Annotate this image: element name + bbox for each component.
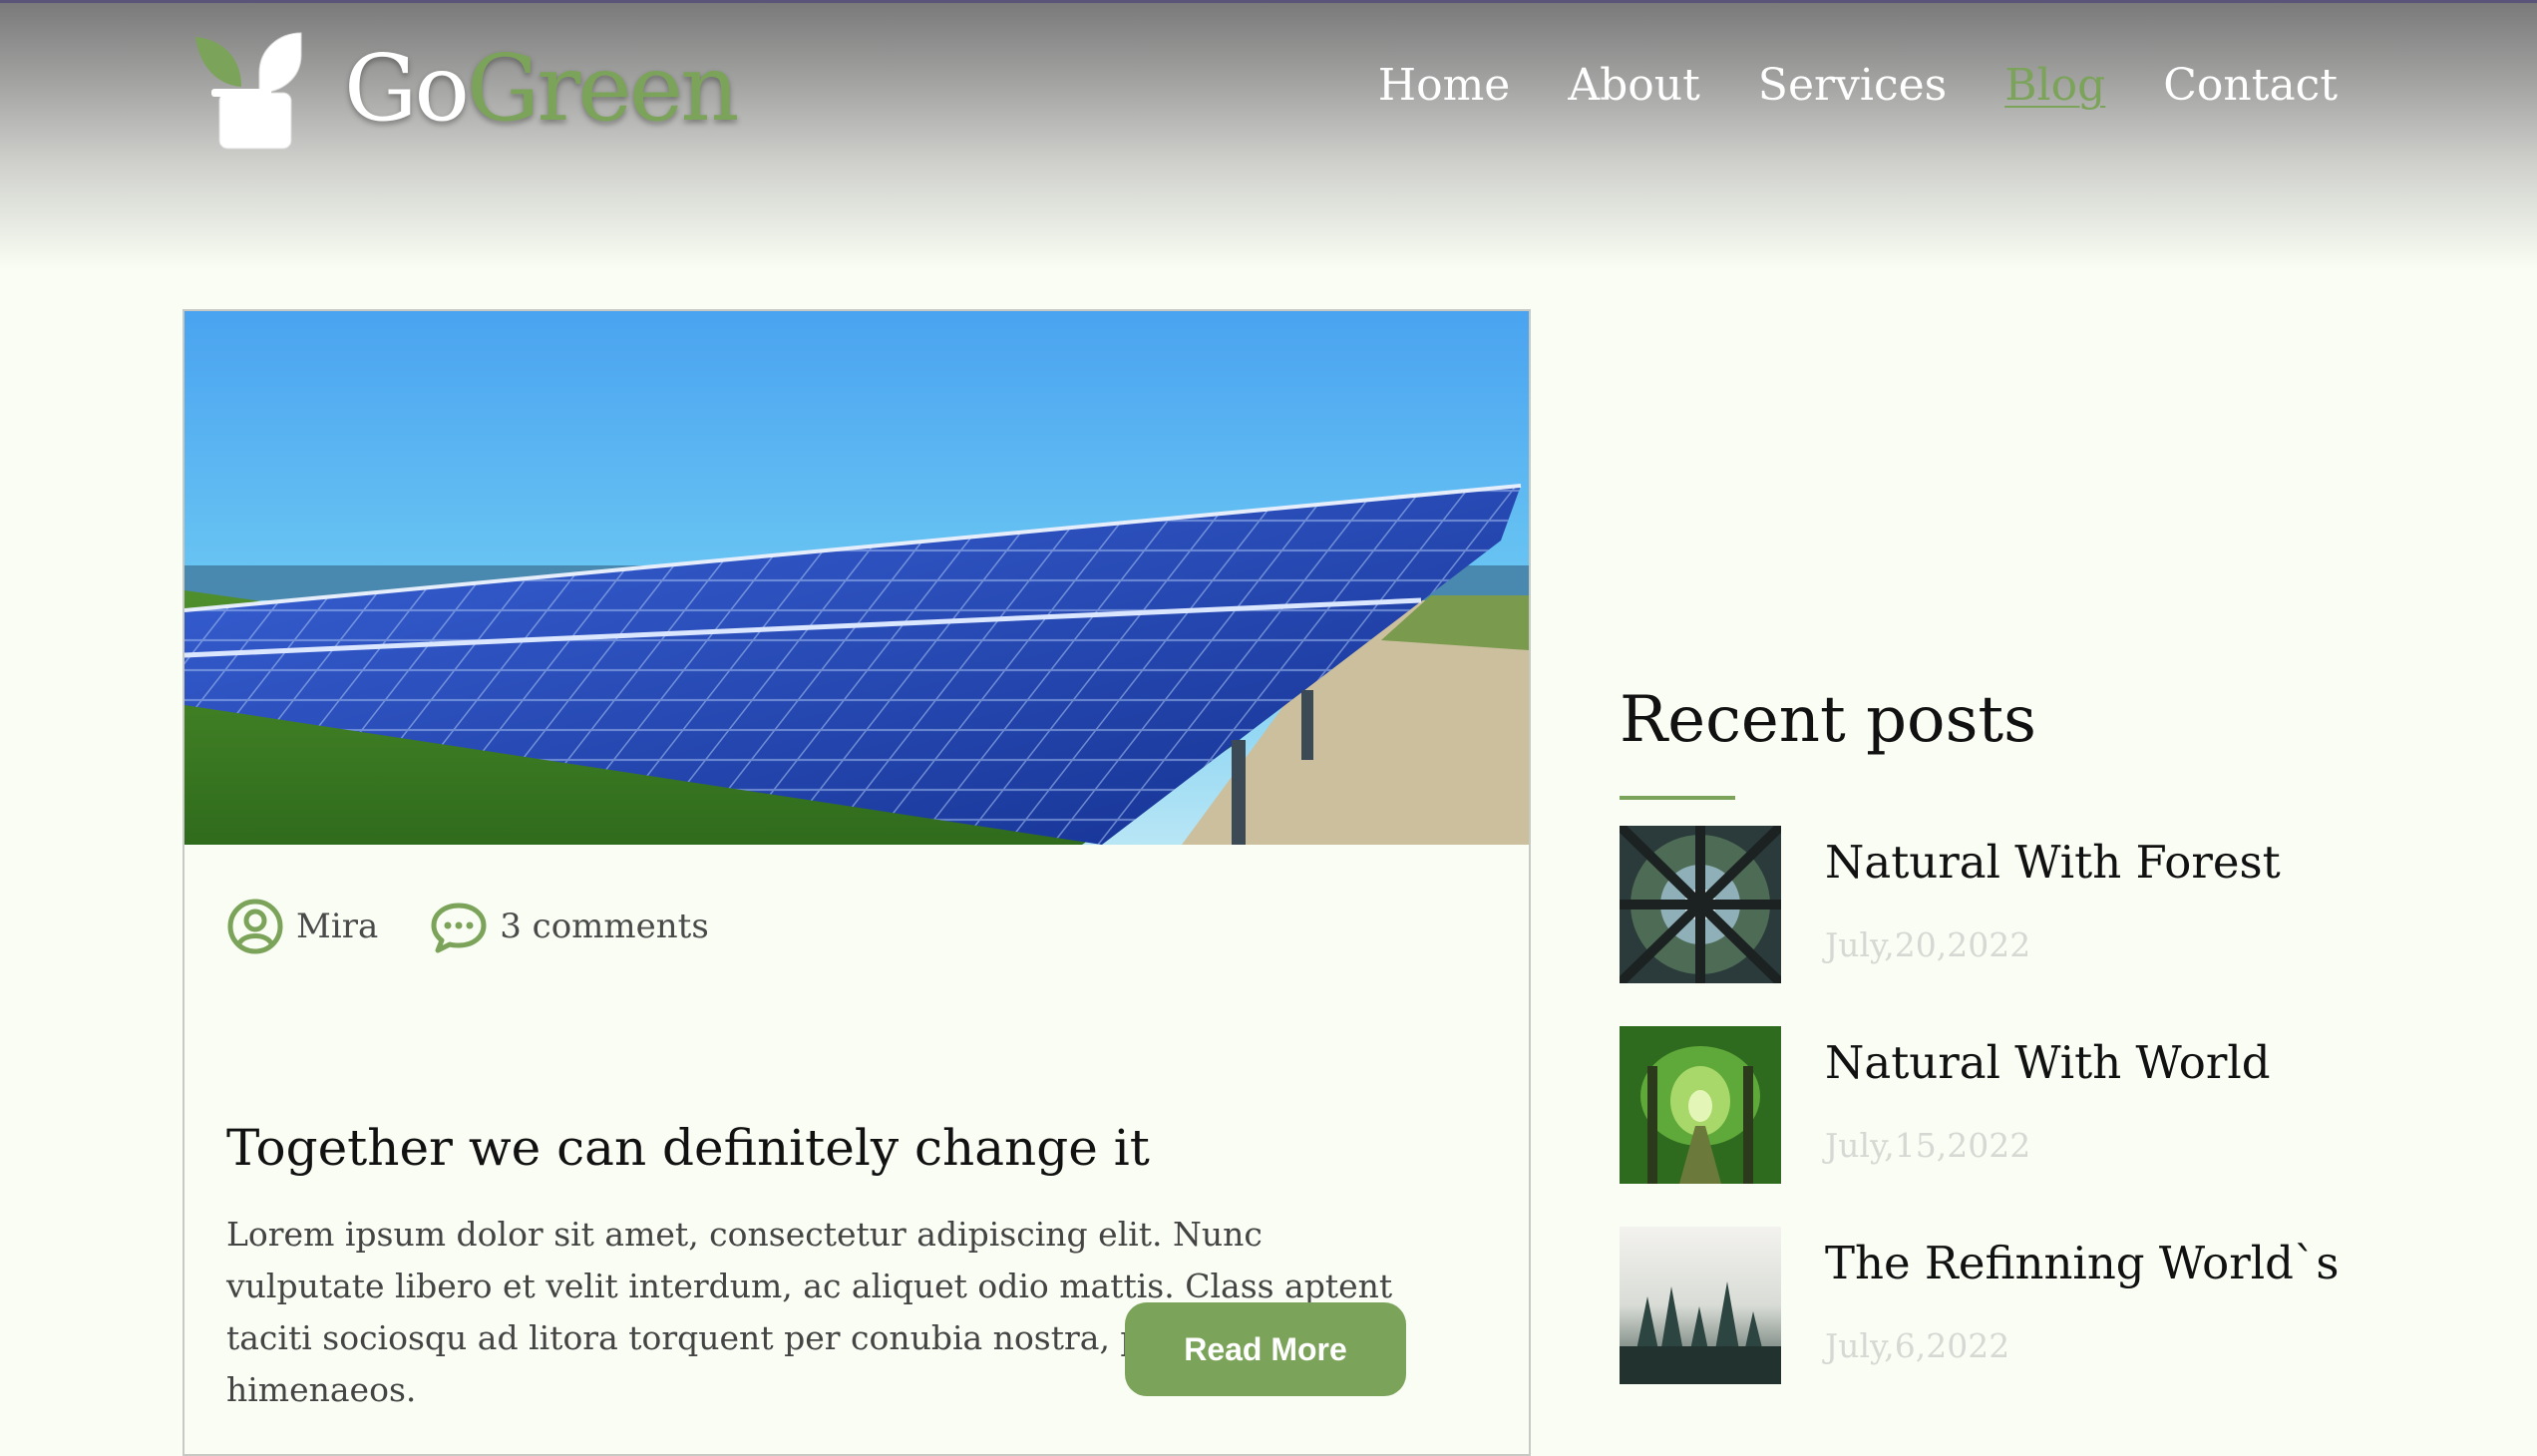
nav-contact[interactable]: Contact — [2163, 53, 2338, 119]
recent-post-item[interactable]: Natural With World July,15,2022 — [1620, 1026, 2377, 1184]
nav-about[interactable]: About — [1568, 53, 1699, 119]
user-circle-icon — [227, 899, 283, 954]
recent-post-title[interactable]: Natural With Forest — [1825, 836, 2281, 889]
top-header: GoGreen Home About Services Blog Contact — [0, 0, 2537, 269]
recent-post-title[interactable]: The Refinning World`s — [1825, 1237, 2340, 1289]
nav-blog[interactable]: Blog — [2004, 53, 2105, 119]
recent-posts-sidebar: Recent posts Natural With Forest July,20… — [1620, 678, 2377, 1384]
recent-post-date: July,6,2022 — [1825, 1326, 2010, 1365]
recent-posts-list: Natural With Forest July,20,2022 Natural… — [1620, 826, 2377, 1427]
brand-name-green: Green — [466, 35, 740, 142]
post-comments-count: 3 comments — [500, 907, 709, 946]
solar-panels-photo — [184, 311, 1529, 845]
heading-underline — [1620, 796, 1735, 800]
post-meta: Mira 3 comments — [226, 898, 761, 955]
recent-post-title[interactable]: Natural With World — [1825, 1036, 2271, 1089]
recent-post-thumbnail[interactable] — [1620, 1227, 1781, 1384]
post-author-name: Mira — [296, 907, 379, 946]
post-comments[interactable]: 3 comments — [430, 898, 709, 955]
recent-post-date: July,20,2022 — [1825, 925, 2031, 964]
misty-pine-forest-photo — [1620, 1227, 1781, 1384]
post-title[interactable]: Together we can definitely change it — [226, 1119, 1150, 1177]
recent-post-item[interactable]: The Refinning World`s July,6,2022 — [1620, 1227, 2377, 1384]
read-more-button[interactable]: Read More — [1125, 1302, 1406, 1396]
green-tree-tunnel-photo — [1620, 1026, 1781, 1184]
recent-post-thumbnail[interactable] — [1620, 826, 1781, 983]
brand-logo[interactable]: GoGreen — [189, 27, 740, 157]
nav-home[interactable]: Home — [1378, 53, 1511, 119]
leaf-pot-icon — [195, 32, 302, 150]
recent-post-item[interactable]: Natural With Forest July,20,2022 — [1620, 826, 2377, 983]
recent-post-thumbnail[interactable] — [1620, 1026, 1781, 1184]
brand-wordmark: GoGreen — [344, 39, 740, 139]
brand-name-go: Go — [344, 35, 470, 142]
nav-services[interactable]: Services — [1758, 53, 1947, 119]
main-nav: Home About Services Blog Contact — [1378, 53, 2338, 119]
recent-posts-heading: Recent posts — [1620, 683, 2036, 757]
post-author[interactable]: Mira — [226, 898, 378, 955]
post-hero-image[interactable] — [184, 311, 1529, 845]
chat-bubble-icon — [431, 903, 487, 953]
recent-post-date: July,15,2022 — [1825, 1126, 2031, 1165]
forest-canopy-photo — [1620, 826, 1781, 983]
blog-post-card: Mira 3 comments Together we can definite… — [182, 309, 1531, 1456]
